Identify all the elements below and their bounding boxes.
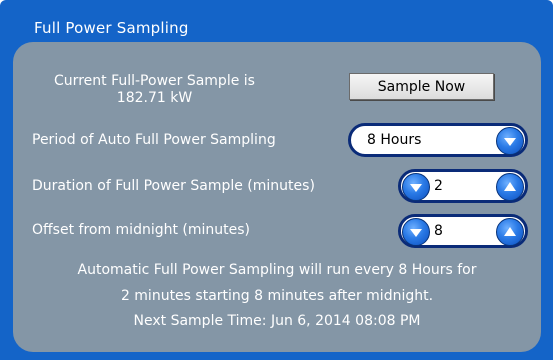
full-power-sampling-panel: Full Power Sampling Current Full-Power S… xyxy=(0,0,553,360)
panel-title: Full Power Sampling xyxy=(34,19,189,37)
chevron-down-icon[interactable] xyxy=(402,173,430,201)
current-sample-value: 182.71 kW xyxy=(116,90,193,106)
next-sample-time: Next Sample Time: Jun 6, 2014 08:08 PM xyxy=(133,313,421,329)
period-label: Period of Auto Full Power Sampling xyxy=(32,132,276,148)
schedule-summary-line1: Automatic Full Power Sampling will run e… xyxy=(77,262,477,278)
offset-stepper[interactable]: 8 xyxy=(398,214,528,248)
chevron-up-icon[interactable] xyxy=(496,173,524,201)
settings-area: Current Full-Power Sample is 182.71 kW S… xyxy=(13,42,541,352)
offset-value[interactable]: 8 xyxy=(434,223,443,239)
chevron-up-icon[interactable] xyxy=(496,218,524,246)
offset-label: Offset from midnight (minutes) xyxy=(32,222,251,238)
duration-value[interactable]: 2 xyxy=(434,178,443,194)
duration-stepper[interactable]: 2 xyxy=(398,169,528,203)
current-sample-text: Current Full-Power Sample is xyxy=(54,73,255,89)
schedule-summary-line2: 2 minutes starting 8 minutes after midni… xyxy=(120,288,434,304)
duration-label: Duration of Full Power Sample (minutes) xyxy=(32,178,315,194)
current-sample-label: Current Full-Power Sample is 182.71 kW xyxy=(38,73,271,107)
chevron-down-icon[interactable] xyxy=(402,218,430,246)
chevron-down-icon[interactable] xyxy=(496,127,524,155)
period-value: 8 Hours xyxy=(367,132,422,148)
period-dropdown[interactable]: 8 Hours xyxy=(348,123,528,157)
sample-now-button[interactable]: Sample Now xyxy=(349,73,494,100)
